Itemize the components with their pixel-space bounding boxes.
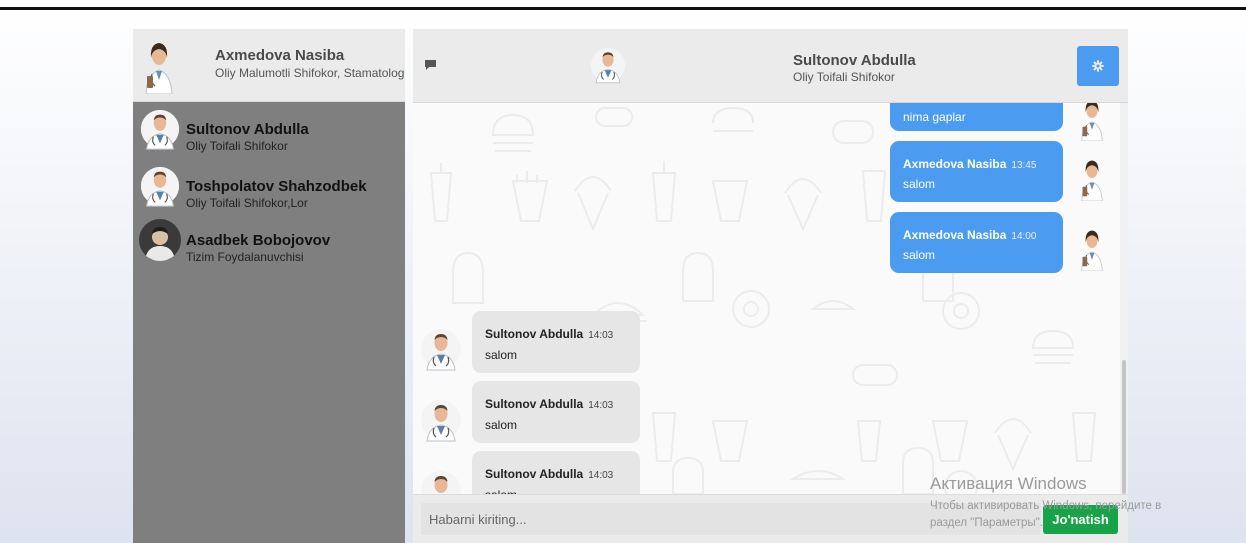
contacts-sidebar: Axmedova Nasiba Oliy Malumotli Shifokor,… [133,29,405,543]
message-avatar [1072,225,1112,271]
top-border [0,7,1246,10]
message-header: Axmedova Nasiba 13:45 [903,155,1036,173]
current-user-header: Axmedova Nasiba Oliy Malumotli Shifokor,… [133,29,405,102]
peer-name: Sultonov Abdulla [793,52,916,69]
message-sender: Sultonov Abdulla [485,327,584,341]
send-button[interactable]: Jo'natish [1043,505,1118,534]
message-avatar [1072,155,1112,201]
contact-role: Tizim Foydalanuvchisi [186,250,304,264]
message-sender: Axmedova Nasiba [903,157,1007,171]
message-bubble-incoming: Sultonov Abdulla 14:03 salom [472,311,640,373]
message-composer: Jo'natish [413,494,1128,543]
message-bubble-outgoing: Axmedova Nasiba 14:00 salom [890,212,1063,273]
message-sender: Sultonov Abdulla [485,467,584,481]
contact-avatar [139,107,181,151]
message-time: 14:00 [1011,231,1037,242]
message-input[interactable] [421,503,1041,535]
message-bubble-outgoing: nima gaplar [890,103,1063,131]
peer-role: Oliy Toifali Shifokor [793,70,895,84]
contact-name: Toshpolatov Shahzodbek [186,178,367,195]
message-sender: Axmedova Nasiba [903,228,1007,242]
message-time: 13:45 [1011,160,1037,171]
message-header: Sultonov Abdulla 14:03 [485,465,613,483]
message-bubble-incoming: Sultonov Abdulla14:03 salom [472,451,640,494]
peer-avatar [591,36,625,94]
message-avatar [421,326,461,372]
contact-item-asadbek-bobojovov[interactable]: Asadbek Bobojovov Tizim Foydalanuvchisi [133,216,405,268]
message-time: 14:03 [588,470,614,481]
chat-header: Sultonov Abdulla Oliy Toifali Shifokor [413,29,1128,103]
contact-name: Asadbek Bobojovov [186,232,331,249]
contact-avatar [139,218,181,262]
chat-panel: Sultonov Abdulla Oliy Toifali Shifokor n… [413,29,1128,543]
message-header: Sultonov Abdulla 14:03 [485,325,613,343]
message-text: nima gaplar [903,110,966,124]
message-time: 14:03 [588,330,614,341]
message-list[interactable]: nima gaplar Axmedova Nasiba 13:45 salom A… [413,103,1128,494]
contact-item-toshpolatov-shahzodbek[interactable]: Toshpolatov Shahzodbek Oliy Toifali Shif… [133,162,405,214]
contact-name: Sultonov Abdulla [186,121,309,138]
message-sender: Sultonov Abdulla [485,397,584,411]
message-text: salom [903,177,936,191]
message-text: salom [903,248,936,262]
current-user-role: Oliy Malumotli Shifokor, Stamatolog [215,66,405,80]
current-user-avatar [142,36,176,94]
gear-icon [1092,60,1104,72]
message-bubble-outgoing: Axmedova Nasiba 13:45 salom [890,141,1063,202]
current-user-name: Axmedova Nasiba [215,47,345,64]
message-avatar [421,397,461,443]
contact-avatar [139,164,181,208]
message-avatar [421,468,461,494]
contact-item-sultonov-abdulla[interactable]: Sultonov Abdulla Oliy Toifali Shifokor [133,105,405,157]
contact-role: Oliy Toifali Shifokor,Lor [186,196,308,210]
message-text: salom [485,418,518,432]
message-icon[interactable] [424,59,437,71]
message-avatar [1072,103,1112,141]
message-time: 14:03 [588,400,614,411]
settings-button[interactable] [1077,46,1119,86]
message-bubble-incoming: Sultonov Abdulla 14:03 salom [472,381,640,443]
contact-role: Oliy Toifali Shifokor [186,139,288,153]
scrollbar-thumb[interactable] [1122,360,1126,494]
message-header: Axmedova Nasiba 14:00 [903,226,1036,244]
message-header: Sultonov Abdulla 14:03 [485,395,613,413]
message-text: salom [485,348,518,362]
